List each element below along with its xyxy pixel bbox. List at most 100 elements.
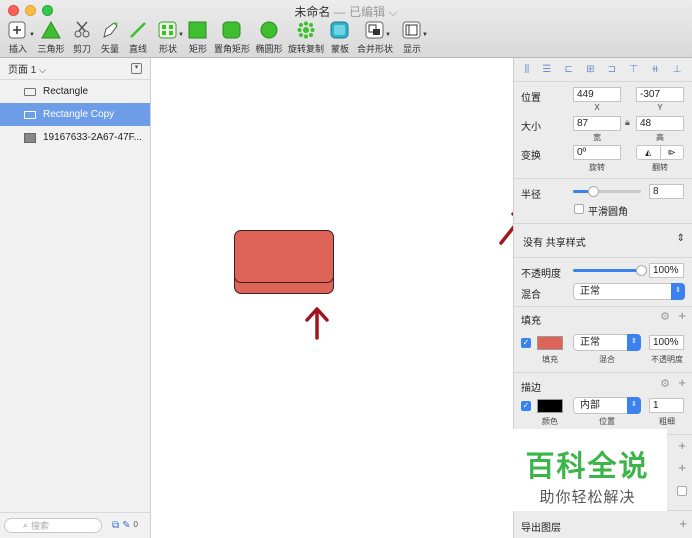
- updown-chevron-icon: ⇕: [676, 233, 685, 244]
- layer-item-selected[interactable]: Rectangle Copy: [0, 103, 150, 126]
- rounded-rectangle-label: 置角矩形: [214, 44, 251, 54]
- rectangle-button[interactable]: 矩形: [186, 20, 210, 56]
- opacity-field[interactable]: 100%: [649, 263, 684, 278]
- rectangle-copy-shape[interactable]: [234, 230, 334, 283]
- opacity-slider-knob[interactable]: [636, 265, 647, 276]
- title-separator: —: [333, 5, 346, 19]
- page-selector[interactable]: 页面 1 ⌵ ▾: [0, 58, 150, 80]
- rotation-field[interactable]: 0º: [573, 145, 621, 160]
- shapes-button[interactable]: ▼ 形状: [154, 20, 184, 56]
- flip-vertical-icon[interactable]: ⧐: [661, 146, 684, 159]
- border-section: 描边 ⚙ + ✓ 内部 ⇕ 1 颜色 位置 粗细: [514, 373, 692, 435]
- add-border-icon[interactable]: +: [678, 375, 686, 390]
- triangle-button[interactable]: 三角形: [36, 20, 66, 56]
- align-top-icon[interactable]: ⊤: [629, 64, 638, 75]
- rectangle-layer-icon: [24, 110, 36, 119]
- fill-section: 填充 ⚙ + ✓ 正常 ⇕ 100% 填充 混合 不透明度: [514, 307, 692, 373]
- position-label: 位置: [521, 93, 541, 104]
- rotate-copy-button[interactable]: 旋转复制: [288, 20, 324, 56]
- border-settings-icon[interactable]: ⚙: [660, 377, 670, 390]
- fill-blend-caption: 混合: [599, 355, 615, 364]
- border-width-field[interactable]: 1: [649, 398, 684, 413]
- add-fill-icon[interactable]: +: [678, 308, 686, 323]
- align-bottom-icon[interactable]: ⊥: [673, 64, 682, 75]
- width-field[interactable]: 87: [573, 116, 621, 131]
- plus-icon: ▼: [7, 20, 35, 40]
- distribute-horizontal-icon[interactable]: ⫼: [525, 64, 530, 75]
- title-bar: 未命名 — 已编辑 ⌵ ▼ 插入 三角形 剪刀 矢量 直线 ▼ 形状 矩形 置角…: [0, 0, 692, 58]
- border-enabled-checkbox[interactable]: ✓: [521, 401, 531, 411]
- oval-label: 椭圆形: [255, 44, 283, 54]
- align-center-icon[interactable]: ⊞: [586, 64, 594, 75]
- add-shadow-icon[interactable]: +: [678, 438, 686, 453]
- shared-style-selector[interactable]: 没有 共享样式 ⇕: [514, 224, 692, 258]
- lock-ratio-icon[interactable]: 🔒︎: [625, 117, 630, 128]
- scissors-button[interactable]: 剪刀: [70, 20, 94, 56]
- rectangle-icon: [188, 20, 208, 40]
- rounded-rectangle-button[interactable]: 置角矩形: [214, 20, 250, 56]
- canvas[interactable]: [152, 58, 529, 538]
- layer-filter[interactable]: ⧉ ✎ 0: [112, 520, 138, 531]
- layer-search-input[interactable]: ⌕ 搜索: [4, 518, 102, 533]
- border-position-select[interactable]: 内部 ⇕: [573, 397, 641, 414]
- smooth-corners-checkbox[interactable]: [574, 204, 584, 214]
- mask-label: 蒙板: [330, 44, 349, 54]
- line-button[interactable]: 直线: [126, 20, 150, 56]
- watermark-logo: 百科全说 助你轻松解决: [508, 429, 667, 511]
- line-icon: [128, 20, 148, 40]
- copy-icon: ⧉: [112, 520, 120, 531]
- height-field[interactable]: 48: [636, 116, 684, 131]
- radius-slider[interactable]: [573, 186, 641, 197]
- radius-slider-knob[interactable]: [588, 186, 600, 197]
- align-middle-icon[interactable]: ⧺: [651, 64, 659, 75]
- oval-button[interactable]: 椭圆形: [254, 20, 284, 56]
- annotation-arrow-up-icon: [305, 307, 329, 340]
- distribute-vertical-icon[interactable]: ☰: [542, 64, 551, 75]
- opacity-slider[interactable]: [573, 265, 647, 276]
- fill-enabled-checkbox[interactable]: ✓: [521, 338, 531, 348]
- radius-field[interactable]: 8: [649, 184, 684, 199]
- combine-shapes-button[interactable]: ▼ 合并形状: [356, 20, 394, 56]
- x-caption: X: [594, 103, 600, 112]
- layer-name: Rectangle: [43, 86, 89, 97]
- window-title[interactable]: 未命名 — 已编辑 ⌵: [0, 3, 692, 20]
- mask-button[interactable]: 蒙板: [328, 20, 352, 56]
- border-color-swatch[interactable]: [537, 399, 563, 413]
- select-chevron-icon: ⇕: [627, 397, 641, 414]
- fill-blend-value: 正常: [580, 337, 600, 348]
- opacity-label: 不透明度: [521, 269, 561, 280]
- fill-color-swatch[interactable]: [537, 336, 563, 350]
- fill-blend-select[interactable]: 正常 ⇕: [573, 334, 641, 351]
- vector-button[interactable]: 矢量: [98, 20, 122, 56]
- insert-button[interactable]: ▼ 插入: [4, 20, 35, 56]
- select-chevron-icon: ⇕: [627, 334, 641, 351]
- triangle-icon: [41, 20, 61, 40]
- x-field[interactable]: 449: [573, 87, 621, 102]
- collapse-pages-icon[interactable]: ▾: [131, 63, 142, 74]
- fill-settings-icon[interactable]: ⚙: [660, 310, 670, 323]
- geometry-section: 位置 449 -307 X Y 大小 87 🔒︎ 48 宽 高 变换 0º ◭ …: [514, 82, 692, 179]
- align-left-icon[interactable]: ⊏: [565, 64, 573, 75]
- fill-opacity-field[interactable]: 100%: [649, 335, 684, 350]
- layer-item[interactable]: 19167633-2A67-47F...: [0, 126, 150, 149]
- smooth-corners-label: 平滑圆角: [588, 207, 628, 218]
- radius-label: 半径: [521, 190, 541, 201]
- view-button[interactable]: ▼ 显示: [398, 20, 428, 56]
- border-width-caption: 粗细: [659, 417, 675, 426]
- blur-checkbox[interactable]: [677, 486, 687, 496]
- combine-icon: ▼: [365, 20, 391, 40]
- add-inner-shadow-icon[interactable]: +: [678, 460, 686, 475]
- document-name: 未命名: [294, 5, 331, 19]
- add-export-icon[interactable]: +: [679, 516, 687, 531]
- view-label: 显示: [402, 44, 421, 54]
- rotate-copy-label: 旋转复制: [288, 44, 325, 54]
- y-field[interactable]: -307: [636, 87, 684, 102]
- layer-item[interactable]: Rectangle: [0, 80, 150, 103]
- watermark-title: 百科全说: [525, 449, 650, 483]
- flip-horizontal-icon[interactable]: ◭: [637, 146, 661, 159]
- blend-value: 正常: [580, 286, 600, 297]
- page-chevron-icon: ⌵: [39, 65, 46, 75]
- blend-select[interactable]: 正常 ⇕: [573, 283, 685, 300]
- border-color-caption: 颜色: [542, 417, 558, 426]
- align-right-icon[interactable]: ⊐: [608, 64, 616, 75]
